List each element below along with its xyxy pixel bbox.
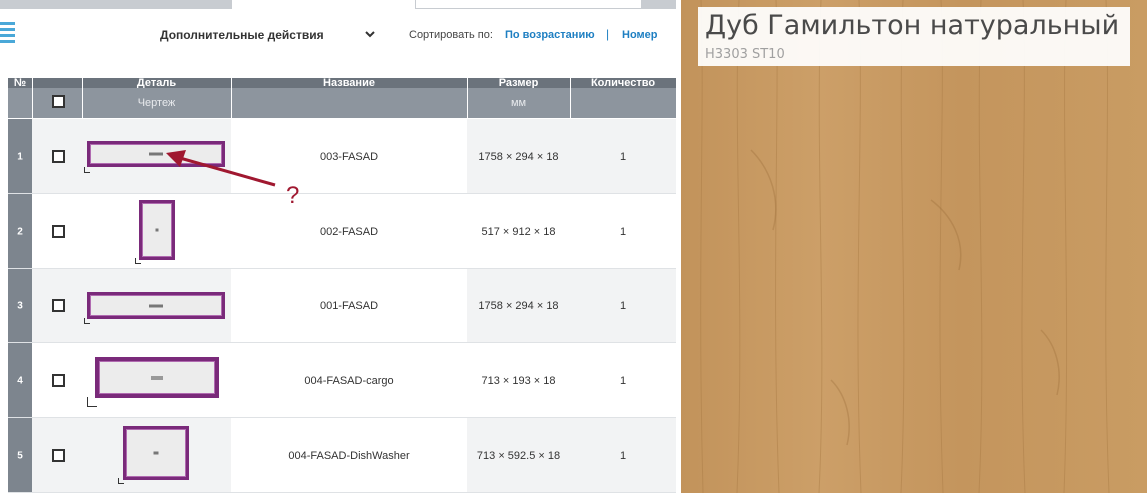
row-checkbox[interactable] bbox=[52, 373, 65, 387]
part-drawing[interactable] bbox=[82, 194, 231, 269]
row-number: 4 bbox=[17, 375, 23, 386]
part-size: 1758 × 294 × 18 bbox=[478, 300, 559, 312]
table-row[interactable]: 4 004-FASAD-cargo 713 × 193 × 18 1 bbox=[8, 343, 676, 418]
material-title-box: Дуб Гамильтон натуральный H3303 ST10 bbox=[698, 7, 1130, 66]
row-number: 1 bbox=[17, 151, 23, 162]
subheader-size: мм bbox=[510, 97, 527, 109]
row-number-cell: 5 bbox=[8, 418, 32, 493]
part-outline bbox=[87, 292, 225, 319]
part-size: 713 × 193 × 18 bbox=[481, 374, 556, 387]
header-part[interactable]: Деталь bbox=[82, 78, 231, 89]
part-drawing[interactable] bbox=[82, 119, 231, 194]
header-size[interactable]: Размер bbox=[467, 78, 570, 89]
table-row[interactable]: 1 003-FASAD 1758 × 294 × 18 1 bbox=[8, 119, 676, 194]
actions-dropdown-label: Дополнительные действия bbox=[160, 28, 324, 42]
row-number-cell: 2 bbox=[8, 194, 32, 269]
part-qty: 1 bbox=[619, 225, 627, 238]
part-size: 713 × 592.5 × 18 bbox=[476, 449, 561, 462]
part-outline bbox=[139, 200, 175, 260]
part-outline bbox=[95, 357, 219, 398]
select-all-checkbox[interactable] bbox=[52, 95, 65, 108]
table-row[interactable]: 3 001-FASAD 1758 × 294 × 18 1 bbox=[8, 269, 676, 343]
table-row[interactable]: 5 004-FASAD-DishWasher 713 × 592.5 × 18 … bbox=[8, 418, 676, 493]
row-number: 5 bbox=[17, 450, 23, 461]
subheader-part: Чертеж bbox=[137, 97, 176, 109]
header-divider bbox=[231, 78, 232, 118]
part-qty: 1 bbox=[619, 150, 627, 163]
header-divider bbox=[82, 78, 83, 118]
corner-marker bbox=[84, 318, 90, 324]
table-row[interactable]: 2 002-FASAD 517 × 912 × 18 1 bbox=[8, 194, 676, 269]
material-name: Дуб Гамильтон натуральный bbox=[705, 10, 1120, 41]
header-num[interactable]: № bbox=[8, 78, 32, 89]
row-checkbox[interactable] bbox=[52, 149, 65, 163]
chevron-down-icon bbox=[364, 28, 376, 42]
part-qty: 1 bbox=[619, 374, 627, 387]
list-menu-icon[interactable] bbox=[0, 22, 15, 44]
row-number-cell: 1 bbox=[8, 119, 32, 194]
row-number: 3 bbox=[17, 300, 23, 312]
header-name[interactable]: Название bbox=[231, 78, 467, 89]
tab-middle[interactable] bbox=[415, 0, 642, 9]
part-outline bbox=[123, 426, 189, 480]
header-qty[interactable]: Количество bbox=[570, 78, 676, 89]
part-size: 517 × 912 × 18 bbox=[481, 225, 556, 238]
part-outline bbox=[87, 141, 225, 167]
row-checkbox[interactable] bbox=[52, 299, 65, 312]
material-preview-panel: Дуб Гамильтон натуральный H3303 ST10 bbox=[681, 0, 1147, 493]
wood-texture-image bbox=[681, 0, 1147, 493]
part-drawing[interactable] bbox=[82, 418, 231, 493]
table-subheader-row: Чертеж мм bbox=[8, 88, 676, 118]
header-divider bbox=[570, 78, 571, 118]
part-name: 001-FASAD bbox=[319, 300, 379, 312]
tab-left[interactable] bbox=[0, 0, 232, 9]
row-number-cell: 4 bbox=[8, 343, 32, 418]
corner-marker bbox=[87, 397, 97, 407]
sort-field-link[interactable]: Номер bbox=[622, 29, 658, 41]
part-qty: 1 bbox=[619, 300, 627, 312]
sort-order-link[interactable]: По возрастанию bbox=[505, 29, 595, 41]
row-checkbox[interactable] bbox=[52, 224, 65, 238]
tab-bar bbox=[0, 0, 676, 10]
corner-marker bbox=[84, 167, 90, 173]
actions-dropdown[interactable]: Дополнительные действия bbox=[154, 20, 384, 50]
tab-right[interactable] bbox=[642, 0, 676, 9]
parts-panel: Дополнительные действия Сортировать по: … bbox=[0, 0, 676, 493]
row-number: 2 bbox=[17, 226, 23, 237]
part-drawing[interactable] bbox=[82, 269, 231, 343]
part-name: 004-FASAD-cargo bbox=[304, 374, 394, 387]
corner-marker bbox=[118, 478, 124, 484]
part-qty: 1 bbox=[619, 449, 627, 462]
part-size: 1758 × 294 × 18 bbox=[478, 150, 559, 163]
sort-label: Сортировать по: bbox=[409, 29, 493, 41]
header-divider bbox=[467, 78, 468, 118]
row-number-cell: 3 bbox=[8, 269, 32, 343]
part-name: 002-FASAD bbox=[319, 225, 379, 238]
part-name: 003-FASAD bbox=[319, 150, 379, 163]
part-drawing[interactable] bbox=[82, 343, 231, 418]
part-name: 004-FASAD-DishWasher bbox=[288, 449, 410, 462]
header-divider bbox=[32, 78, 33, 118]
row-checkbox[interactable] bbox=[52, 448, 65, 462]
material-code: H3303 ST10 bbox=[705, 47, 785, 62]
table-header-row: № Деталь Название Размер Количество bbox=[8, 78, 676, 89]
corner-marker bbox=[135, 258, 141, 264]
sort-separator: | bbox=[606, 27, 610, 41]
